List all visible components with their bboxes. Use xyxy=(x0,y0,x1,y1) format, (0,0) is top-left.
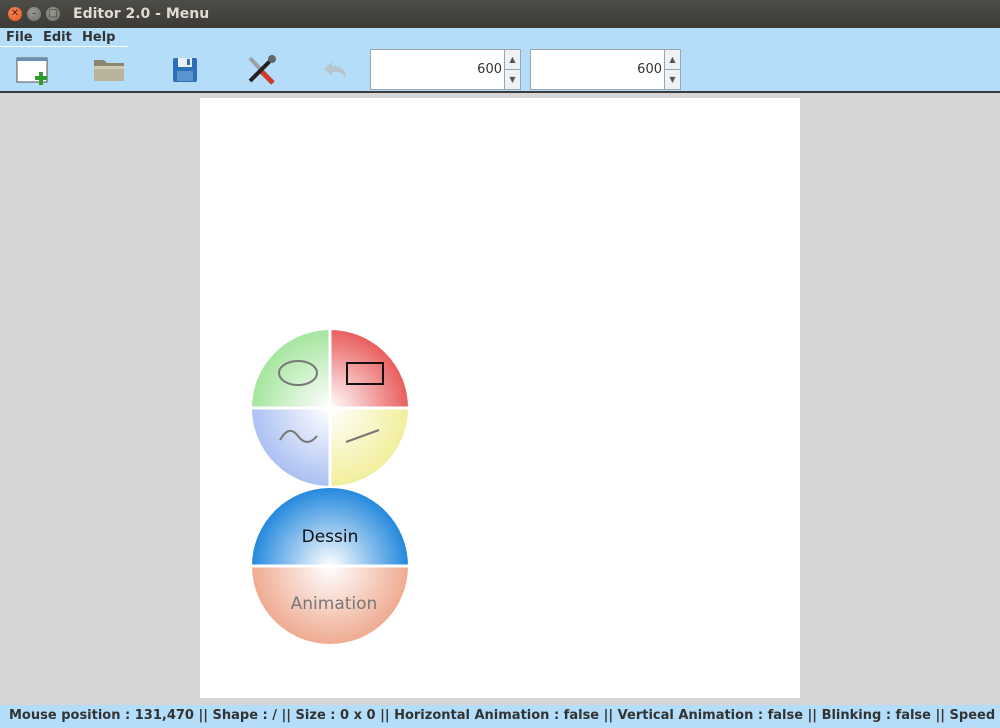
maximize-window-button[interactable]: □ xyxy=(46,7,60,21)
folder-icon xyxy=(94,60,124,81)
tools-button[interactable] xyxy=(244,54,280,86)
status-bar: Mouse position : 131,470 || Shape : / ||… xyxy=(0,705,1000,728)
ellipse-tool-segment[interactable] xyxy=(252,330,330,408)
height-decrement-button[interactable]: ▼ xyxy=(665,70,680,89)
pie-menu: Dessin Animation xyxy=(252,330,408,644)
width-spinner[interactable]: 600 ▲ ▼ xyxy=(370,49,521,90)
height-spinner-arrows: ▲ ▼ xyxy=(664,50,680,89)
close-window-button[interactable]: ✕ xyxy=(8,7,22,21)
menu-bar: File Edit Help xyxy=(0,28,1000,48)
width-decrement-button[interactable]: ▼ xyxy=(505,70,520,89)
height-spinner[interactable]: 600 ▲ ▼ xyxy=(530,49,681,90)
minimize-window-button[interactable]: – xyxy=(27,7,41,21)
window-title: Editor 2.0 - Menu xyxy=(73,6,210,22)
height-increment-button[interactable]: ▲ xyxy=(665,50,680,70)
tools-icon xyxy=(248,55,276,85)
rectangle-tool-segment[interactable] xyxy=(330,330,408,408)
menu-help[interactable]: Help xyxy=(82,30,115,45)
line-tool-segment[interactable] xyxy=(330,408,408,486)
undo-button[interactable] xyxy=(320,54,356,86)
width-increment-button[interactable]: ▲ xyxy=(505,50,520,70)
menu-file[interactable]: File xyxy=(6,30,33,45)
toolbar: 600 ▲ ▼ 600 ▲ ▼ xyxy=(0,48,1000,93)
status-text: Mouse position : 131,470 || Shape : / ||… xyxy=(9,708,1000,723)
height-value[interactable]: 600 xyxy=(637,62,662,77)
width-value[interactable]: 600 xyxy=(477,62,502,77)
width-spinner-arrows: ▲ ▼ xyxy=(504,50,520,89)
new-file-icon xyxy=(16,57,48,85)
new-file-button[interactable] xyxy=(16,54,52,86)
menu-divider xyxy=(0,46,128,47)
save-button[interactable] xyxy=(168,54,204,86)
freehand-tool-segment[interactable] xyxy=(252,408,330,486)
menu-edit[interactable]: Edit xyxy=(43,30,72,45)
drawing-canvas[interactable]: Dessin Animation xyxy=(200,98,800,698)
animation-label: Animation xyxy=(291,594,378,614)
title-bar: ✕ – □ Editor 2.0 - Menu xyxy=(0,0,1000,28)
dessin-label: Dessin xyxy=(302,527,359,547)
floppy-disk-icon xyxy=(173,58,197,82)
open-file-button[interactable] xyxy=(92,54,128,86)
undo-icon xyxy=(324,62,347,80)
